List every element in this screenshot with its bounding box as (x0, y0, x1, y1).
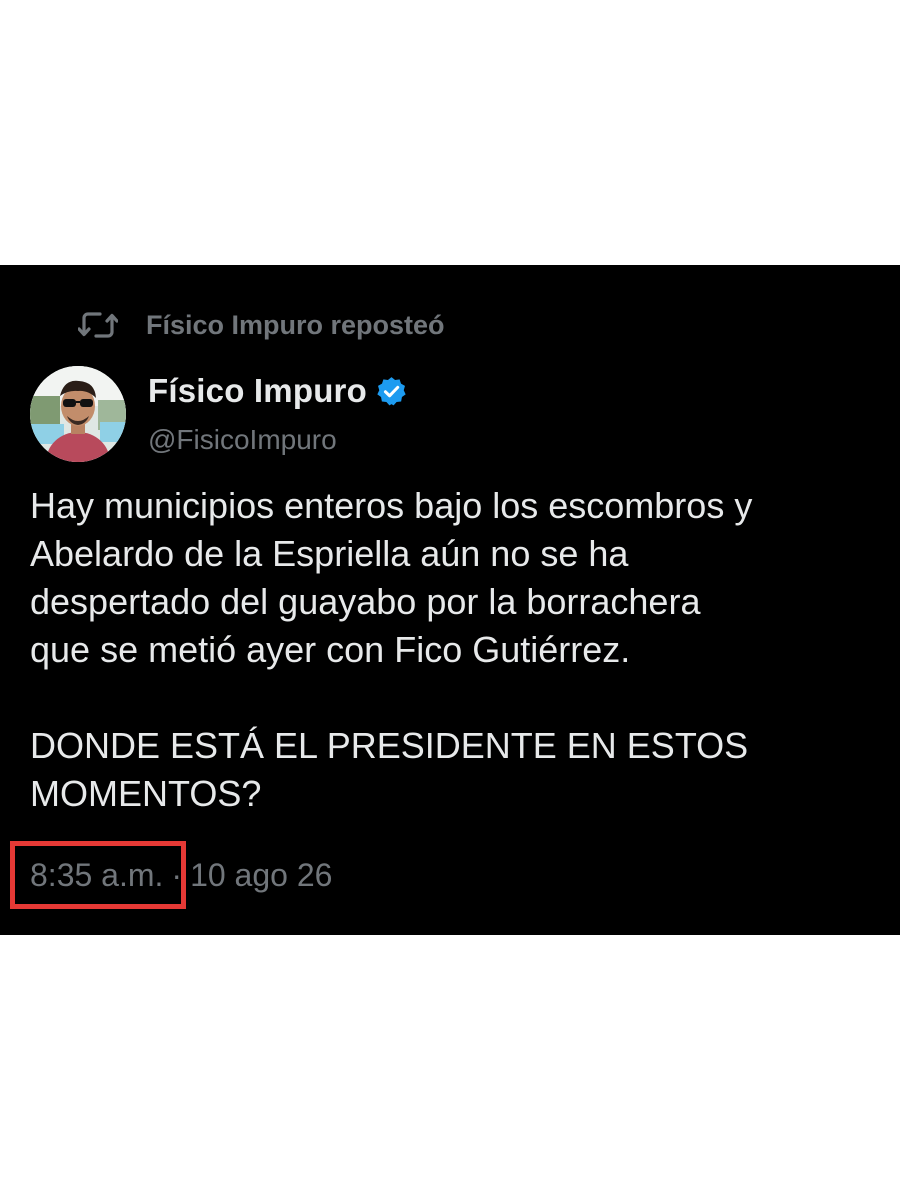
user-handle[interactable]: @FisicoImpuro (148, 424, 408, 456)
repost-icon (77, 310, 119, 340)
repost-indicator[interactable]: Físico Impuro reposteó (77, 307, 445, 343)
display-name[interactable]: Físico Impuro (148, 372, 367, 410)
verified-badge-icon (375, 375, 408, 408)
avatar[interactable] (30, 366, 126, 462)
name-row: Físico Impuro (148, 370, 408, 412)
repost-label: Físico Impuro reposteó (146, 309, 445, 340)
time-highlight-box (10, 841, 186, 909)
author-block: Físico Impuro @FisicoImpuro (148, 370, 408, 456)
tweet-text: Hay municipios enteros bajo los escombro… (30, 485, 753, 814)
tweet-date[interactable]: 10 ago 26 (190, 857, 332, 894)
tweet-card[interactable]: Físico Impuro reposteó Físico Impuro @Fi… (0, 265, 900, 935)
